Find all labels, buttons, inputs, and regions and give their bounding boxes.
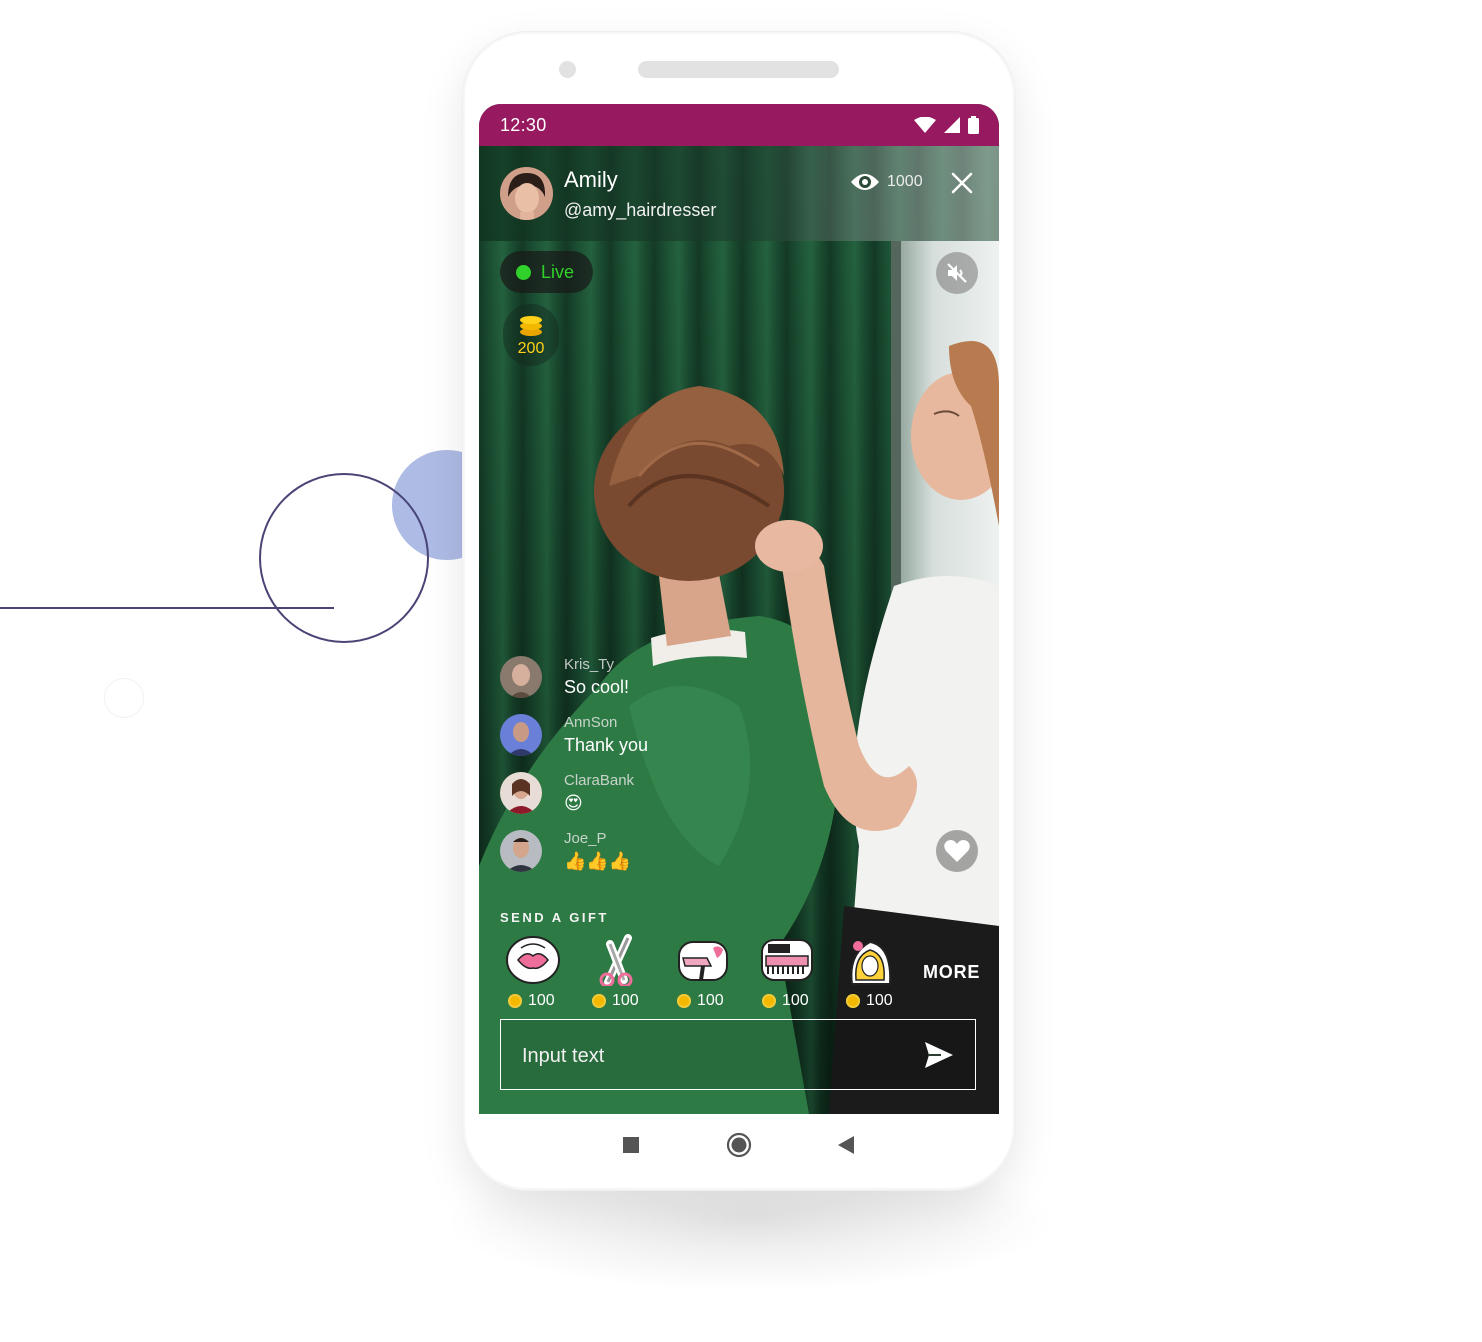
gift-price-value: 100 [528, 992, 555, 1009]
send-gift-label: SEND A GIFT [500, 910, 609, 925]
gift-price-value: 100 [697, 992, 724, 1009]
gift-bad-hair-day[interactable]: 100 [754, 934, 820, 1016]
gift-pimp-my-hair[interactable]: 100 [669, 934, 735, 1016]
coin-balance[interactable]: 200 [503, 304, 559, 366]
viewer-count: 1000 [850, 172, 923, 192]
status-bar: 12:30 [479, 104, 999, 146]
volume-off-icon [947, 263, 967, 283]
navigation-bar [479, 1114, 999, 1174]
status-time: 12:30 [500, 115, 547, 135]
host-handle: @amy_hairdresser [564, 200, 717, 220]
host-name: Amily [564, 167, 618, 192]
nav-recent-button[interactable] [614, 1128, 648, 1162]
like-button[interactable] [936, 830, 978, 872]
lips-sticker-icon [506, 936, 560, 984]
coin-balance-value: 200 [517, 340, 545, 357]
phone-screen: 12:30 Amily @amy_hairdresser 1000 Live 2… [479, 104, 999, 1114]
nav-home-button[interactable] [722, 1128, 756, 1162]
gift-price: 100 [508, 992, 555, 1010]
chat-avatar[interactable] [500, 830, 542, 872]
viewer-count-value: 1000 [887, 173, 923, 190]
close-icon[interactable] [947, 168, 977, 198]
chat-text: So cool! [564, 677, 630, 697]
live-label: Live [541, 261, 575, 282]
nav-back-button[interactable] [829, 1128, 863, 1162]
gift-price-value: 100 [612, 992, 639, 1009]
status-icons [914, 116, 979, 134]
chat-text: Thank you [564, 735, 649, 755]
comment-input[interactable] [520, 1038, 904, 1074]
decorative-ring [259, 473, 429, 643]
girl-sticker-icon [850, 940, 892, 985]
chat-text: 😍 [564, 793, 583, 813]
circle-icon [726, 1132, 752, 1158]
earpiece-speaker [638, 61, 839, 78]
gift-cut[interactable]: 100 [584, 934, 650, 1016]
coin-icon [677, 994, 691, 1008]
mute-button[interactable] [936, 252, 978, 294]
live-indicator-dot [516, 264, 531, 280]
host-avatar[interactable] [500, 167, 553, 220]
signal-icon [944, 117, 960, 133]
heart-icon [944, 840, 970, 862]
comb-sticker-icon [761, 939, 813, 981]
scissors-sticker-icon [599, 934, 633, 986]
chat-avatar[interactable] [500, 714, 542, 756]
stream-header [479, 146, 999, 241]
battery-icon [968, 116, 979, 134]
gift-price: 100 [846, 992, 893, 1010]
gift-price-value: 100 [782, 992, 809, 1009]
front-camera [559, 61, 576, 78]
live-badge: Live [500, 251, 593, 293]
gift-price: 100 [592, 992, 639, 1010]
chat-avatar[interactable] [500, 772, 542, 814]
gift-hair-day[interactable]: 100 [838, 934, 904, 1016]
chat-username: Joe_P [564, 830, 607, 847]
coin-icon [846, 994, 860, 1008]
wifi-icon [914, 117, 936, 133]
chat-text: 👍👍👍 [564, 851, 632, 871]
gift-price: 100 [762, 992, 809, 1010]
triangle-back-icon [838, 1136, 854, 1154]
chat-username: Kris_Ty [564, 656, 615, 673]
coin-icon [592, 994, 606, 1008]
more-gifts-button[interactable]: MORE [923, 962, 980, 983]
hairdryer-sticker-icon [678, 941, 728, 981]
gift-price-value: 100 [866, 992, 893, 1009]
coin-stack-icon [520, 316, 542, 336]
gift-ready-to-shine[interactable]: 100 [500, 934, 566, 1016]
gift-price: 100 [677, 992, 724, 1010]
decorative-faint-circle [104, 678, 144, 718]
chat-username: AnnSon [564, 714, 618, 731]
chat-avatar[interactable] [500, 656, 542, 698]
coin-icon [508, 994, 522, 1008]
square-icon [623, 1137, 639, 1153]
eye-icon [851, 174, 879, 190]
coin-icon [762, 994, 776, 1008]
chat-username: ClaraBank [564, 772, 635, 789]
phone-frame: 12:30 Amily @amy_hairdresser 1000 Live 2… [463, 32, 1015, 1190]
send-icon[interactable] [923, 1040, 955, 1070]
comment-input-box [500, 1019, 976, 1090]
